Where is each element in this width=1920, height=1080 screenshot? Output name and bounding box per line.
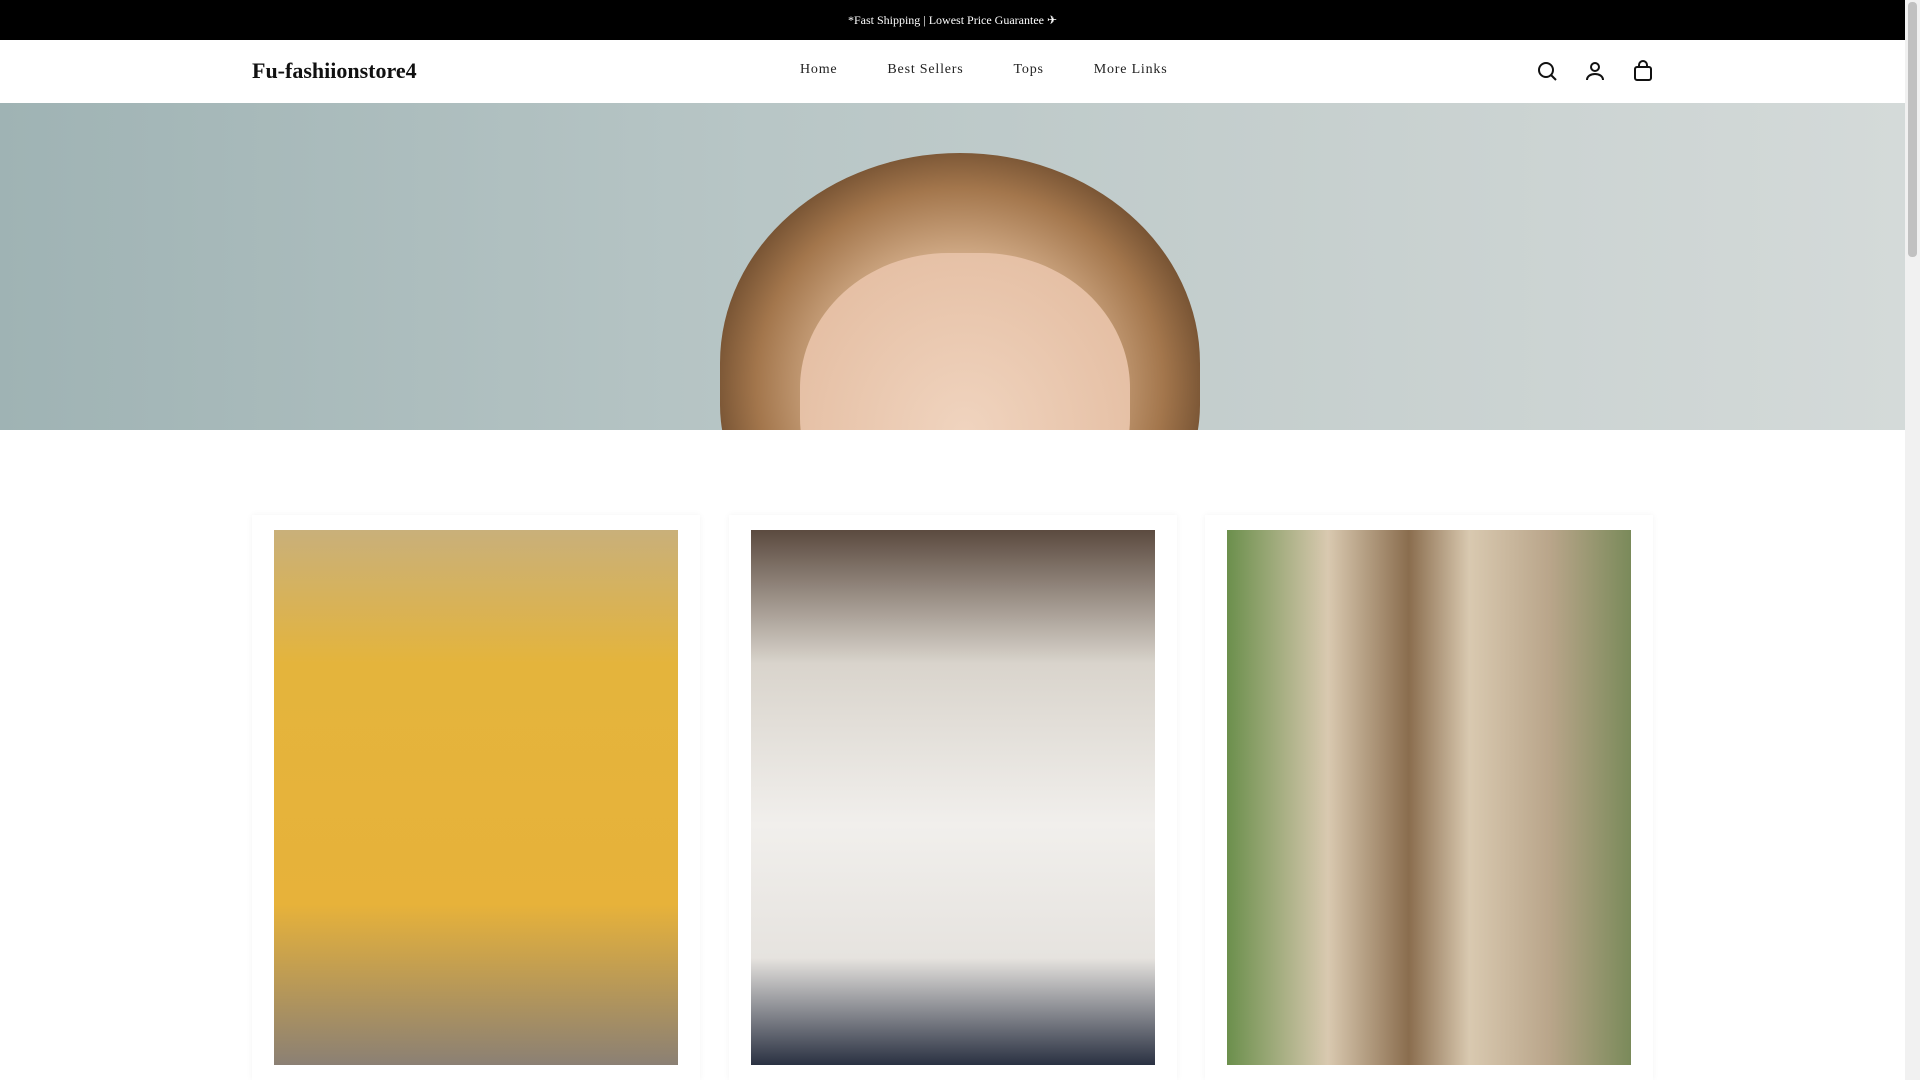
- scrollbar-thumb[interactable]: [1908, 2, 1917, 257]
- announcement-bar: *Fast Shipping | Lowest Price Guarantee …: [0, 0, 1905, 40]
- product-card-white-lace-top[interactable]: [728, 515, 1177, 1080]
- search-icon[interactable]: [1535, 59, 1559, 83]
- product-card-yellow-dress[interactable]: [252, 515, 700, 1080]
- account-icon[interactable]: [1583, 59, 1607, 83]
- product-card-fur-hood-coat[interactable]: [1205, 515, 1653, 1080]
- nav-more-links[interactable]: More Links: [1094, 62, 1168, 78]
- page-scrollbar[interactable]: [1905, 0, 1920, 1080]
- nav-home[interactable]: Home: [800, 62, 837, 78]
- product-image[interactable]: [274, 530, 678, 1065]
- product-grid: [252, 515, 1653, 1080]
- nav-best-sellers[interactable]: Best Sellers: [887, 62, 963, 78]
- header-icons: [1535, 59, 1655, 83]
- product-image[interactable]: [750, 530, 1155, 1065]
- main-nav: Home Best Sellers Tops More Links: [800, 62, 1167, 78]
- announcement-text: *Fast Shipping | Lowest Price Guarantee …: [847, 12, 1058, 27]
- store-logo[interactable]: Fu-fashiionstore4: [252, 58, 417, 84]
- site-header: Fu-fashiionstore4 Home Best Sellers Tops…: [0, 40, 1905, 103]
- hero-banner-image: [0, 103, 1905, 430]
- cart-icon[interactable]: [1631, 59, 1655, 83]
- nav-tops[interactable]: Tops: [1014, 62, 1044, 78]
- product-image[interactable]: [1227, 530, 1631, 1065]
